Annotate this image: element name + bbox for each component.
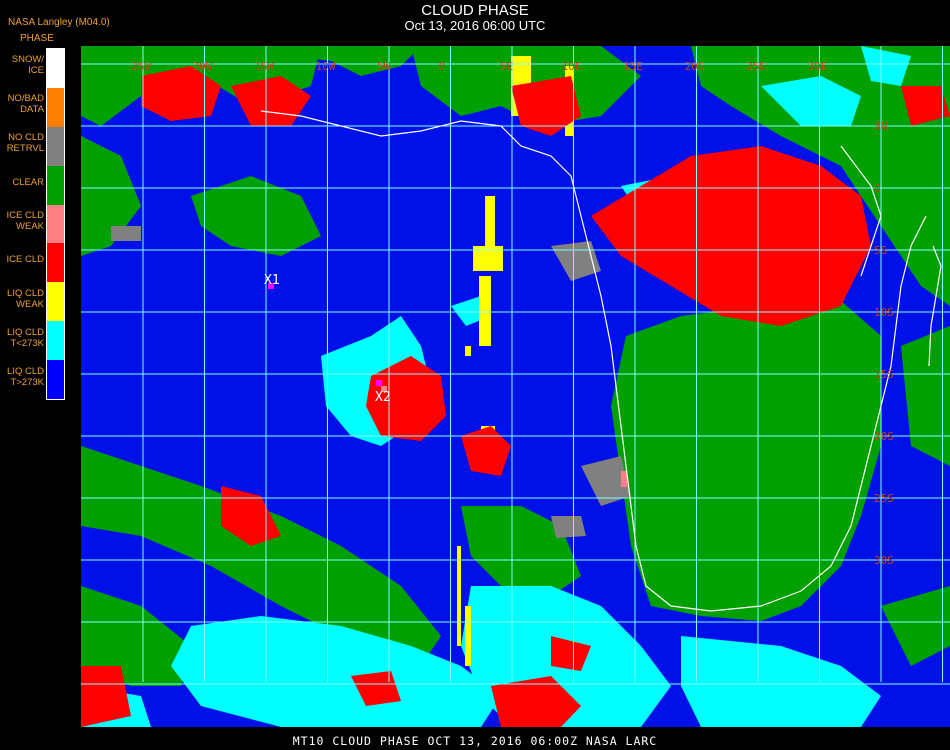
marker-x1[interactable]: X1 xyxy=(264,273,280,289)
cloud-phase-map[interactable]: 25W 20W 15W 10W 5W 0 5E 10E 15E 20E 25E 30E 5N 0 5S 10… xyxy=(81,46,950,727)
longitude-label: 10W xyxy=(316,60,336,73)
legend-label: NO/BAD DATA xyxy=(7,93,44,116)
legend-swatch xyxy=(47,126,64,166)
latitude-label: 15S xyxy=(874,368,894,381)
longitude-label: 15E xyxy=(623,60,643,73)
legend-label: CLEAR xyxy=(12,176,44,188)
legend-swatch xyxy=(47,282,64,322)
longitude-label: 15W xyxy=(254,60,274,73)
legend-label: LIQ CLD T>273K xyxy=(7,365,44,388)
page-subtitle: Oct 13, 2016 06:00 UTC xyxy=(404,18,546,33)
latitude-label: 5S xyxy=(874,244,887,257)
longitude-label: 0 xyxy=(439,60,446,73)
longitude-label: 10E xyxy=(562,60,582,73)
legend-label: ICE CLD WEAK xyxy=(6,210,44,232)
longitude-label: 5W xyxy=(377,60,391,73)
legend-swatch xyxy=(47,321,64,361)
legend-swatch xyxy=(47,165,64,205)
footer-caption: MT10 CLOUD PHASE OCT 13, 2016 06:00Z NAS… xyxy=(292,734,658,748)
latitude-label: 0 xyxy=(874,182,881,195)
latitude-label: 30S xyxy=(874,554,894,567)
legend-label: ICE CLD xyxy=(6,254,44,266)
legend-swatch xyxy=(47,243,64,283)
longitude-label: 25E xyxy=(746,60,766,73)
legend-label: LIQ CLD WEAK xyxy=(7,287,44,310)
map-canvas[interactable]: 25W 20W 15W 10W 5W 0 5E 10E 15E 20E 25E 30E 5N 0 5S 10… xyxy=(81,46,950,727)
latitude-label: 25S xyxy=(874,492,894,505)
legend-swatch xyxy=(47,87,64,127)
marker-x2-label: X2 xyxy=(375,390,391,405)
legend-swatch xyxy=(47,49,64,88)
credit-label: NASA Langley (M04.0) xyxy=(8,17,110,28)
marker-x2-point xyxy=(376,380,382,386)
latitude-label: 10S xyxy=(874,306,894,319)
marker-x1-label: X1 xyxy=(264,273,280,288)
longitude-label: 5E xyxy=(500,60,513,73)
legend-swatch xyxy=(47,204,64,244)
longitude-label: 25W xyxy=(131,60,151,73)
latitude-label: 5N xyxy=(874,120,887,133)
page-title: CLOUD PHASE xyxy=(421,2,529,19)
legend-label: NO CLD RETRVL xyxy=(6,132,44,155)
longitude-label: 20E xyxy=(685,60,705,73)
legend-label: LIQ CLD T<273K xyxy=(7,326,44,349)
legend-label: SNOW/ ICE xyxy=(11,54,44,77)
latitude-label: 20S xyxy=(874,430,894,443)
legend-swatch xyxy=(47,360,64,399)
longitude-label: 20W xyxy=(193,60,213,73)
legend-color-bar xyxy=(46,48,65,400)
longitude-label: 30E xyxy=(808,60,828,73)
legend-title: PHASE xyxy=(20,33,54,44)
